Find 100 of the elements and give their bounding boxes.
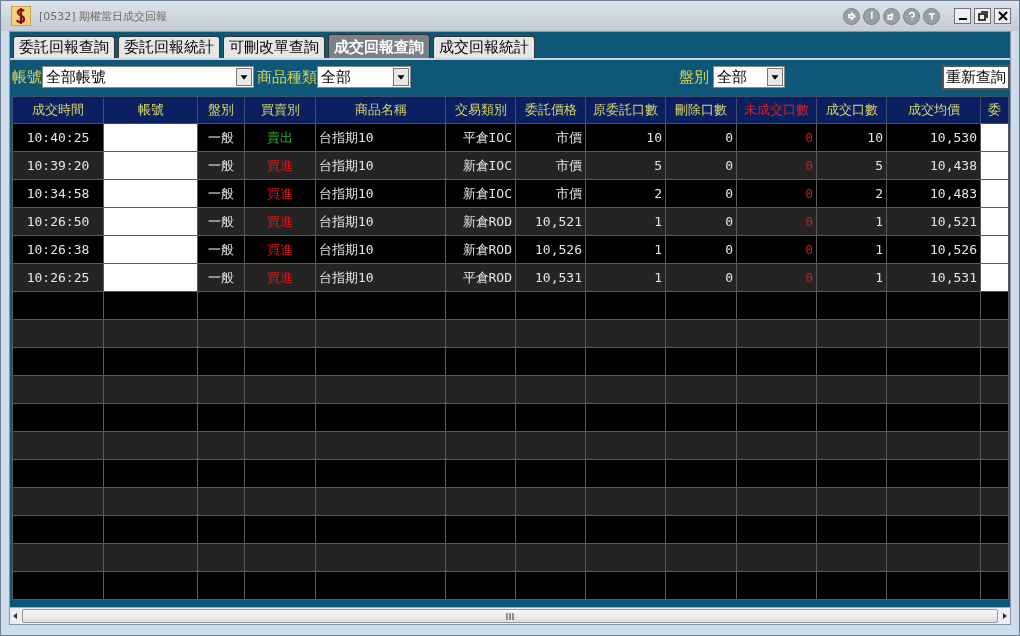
tab[interactable]: 成交回報查詢	[328, 34, 430, 58]
quantity-cell: 0	[665, 123, 737, 152]
column-header[interactable]: 成交均價	[886, 96, 981, 124]
quantity-cell: 1	[585, 263, 666, 292]
quantity-cell: 5	[585, 151, 666, 180]
price-cell: 市價	[515, 123, 586, 152]
trade-type-cell: 新倉ROD	[445, 235, 516, 264]
side-cell: 買進	[244, 263, 316, 292]
help-icon[interactable]	[903, 7, 920, 25]
trade-type-cell: 新倉IOC	[445, 151, 516, 180]
quantity-cell: 10	[816, 123, 887, 152]
restore-icon[interactable]	[974, 8, 991, 24]
tab[interactable]: 委託回報查詢	[13, 36, 115, 58]
column-header[interactable]: 原委託口數	[585, 96, 666, 124]
session-cell: 一般	[197, 235, 245, 264]
product-cell: 台指期10	[315, 207, 446, 236]
time-cell: 10:39:20	[12, 151, 104, 180]
average-price-cell: 10,531	[886, 263, 981, 292]
quantity-cell: 0	[665, 207, 737, 236]
product-type-dropdown[interactable]: 全部	[317, 66, 411, 88]
time-cell: 10:40:25	[12, 123, 104, 152]
quantity-cell: 0	[736, 151, 817, 180]
time-cell: 10:34:58	[12, 179, 104, 208]
quantity-cell: 1	[585, 207, 666, 236]
horizontal-scrollbar[interactable]	[10, 607, 1010, 624]
trade-type-cell: 平倉ROD	[445, 263, 516, 292]
session-cell: 一般	[197, 123, 245, 152]
column-header[interactable]: 買賣別	[244, 96, 316, 124]
quantity-cell: 0	[736, 263, 817, 292]
number-icon[interactable]	[863, 7, 880, 25]
price-cell: 10,521	[515, 207, 586, 236]
time-cell: 10:26:50	[12, 207, 104, 236]
grip-icon	[506, 612, 514, 620]
trade-type-cell: 平倉IOC	[445, 123, 516, 152]
quantity-cell: 2	[816, 179, 887, 208]
quantity-cell: 0	[665, 151, 737, 180]
session-dropdown[interactable]: 全部	[713, 66, 785, 88]
price-cell: 市價	[515, 151, 586, 180]
field-label: 帳號	[12, 67, 42, 87]
side-cell: 買進	[244, 207, 316, 236]
column-header[interactable]: 商品名稱	[315, 96, 446, 124]
close-icon[interactable]	[994, 8, 1011, 24]
product-cell: 台指期10	[315, 235, 446, 264]
minimize-icon[interactable]	[954, 8, 971, 24]
side-cell: 買進	[244, 235, 316, 264]
side-cell: 買進	[244, 179, 316, 208]
average-price-cell: 10,521	[886, 207, 981, 236]
quantity-cell: 1	[585, 235, 666, 264]
quantity-cell: 0	[665, 179, 737, 208]
time-cell: 10:26:25	[12, 263, 104, 292]
price-cell: 10,531	[515, 263, 586, 292]
exit-icon[interactable]	[843, 7, 860, 25]
window-title: [0532] 期權當日成交回報	[39, 8, 169, 24]
column-header[interactable]: 委託價格	[515, 96, 586, 124]
average-price-cell: 10,483	[886, 179, 981, 208]
quantity-cell: 0	[665, 235, 737, 264]
trade-type-cell: 新倉IOC	[445, 179, 516, 208]
quantity-cell: 1	[816, 235, 887, 264]
column-header[interactable]: 成交口數	[816, 96, 887, 124]
average-price-cell: 10,526	[886, 235, 981, 264]
tab[interactable]: 可刪改單查詢	[223, 36, 325, 58]
requery-button[interactable]: 重新查詢	[942, 64, 1010, 90]
text-icon[interactable]	[923, 7, 940, 25]
quantity-cell: 2	[585, 179, 666, 208]
session-cell: 一般	[197, 179, 245, 208]
average-price-cell: 10,530	[886, 123, 981, 152]
column-header[interactable]: 交易類別	[445, 96, 516, 124]
trade-type-cell: 新倉ROD	[445, 207, 516, 236]
quantity-cell: 0	[665, 263, 737, 292]
session-cell: 一般	[197, 263, 245, 292]
quantity-cell: 0	[736, 235, 817, 264]
app-logo-icon	[11, 6, 31, 26]
quantity-cell: 0	[736, 123, 817, 152]
session-cell: 一般	[197, 207, 245, 236]
product-cell: 台指期10	[315, 123, 446, 152]
average-price-cell: 10,438	[886, 151, 981, 180]
quantity-cell: 0	[736, 179, 817, 208]
column-header[interactable]: 成交時間	[12, 96, 104, 124]
field-label: 盤別	[679, 67, 709, 87]
quantity-cell: 1	[816, 263, 887, 292]
column-header[interactable]: 帳號	[103, 96, 198, 124]
price-cell: 市價	[515, 179, 586, 208]
product-cell: 台指期10	[315, 179, 446, 208]
side-cell: 賣出	[244, 123, 316, 152]
quantity-cell: 1	[816, 207, 887, 236]
column-header[interactable]: 委	[980, 96, 1009, 124]
column-header[interactable]: 盤別	[197, 96, 245, 124]
session-cell: 一般	[197, 151, 245, 180]
tab[interactable]: 成交回報統計	[433, 36, 535, 58]
product-cell: 台指期10	[315, 151, 446, 180]
account-dropdown[interactable]: 全部帳號	[42, 66, 254, 88]
tab[interactable]: 委託回報統計	[118, 36, 220, 58]
field-label: 商品種類	[257, 67, 317, 87]
quantity-cell: 5	[816, 151, 887, 180]
price-cell: 10,526	[515, 235, 586, 264]
quantity-cell: 10	[585, 123, 666, 152]
quantity-cell: 0	[736, 207, 817, 236]
side-cell: 買進	[244, 151, 316, 180]
time-cell: 10:26:38	[12, 235, 104, 264]
column-header[interactable]: 刪除口數	[665, 96, 737, 124]
